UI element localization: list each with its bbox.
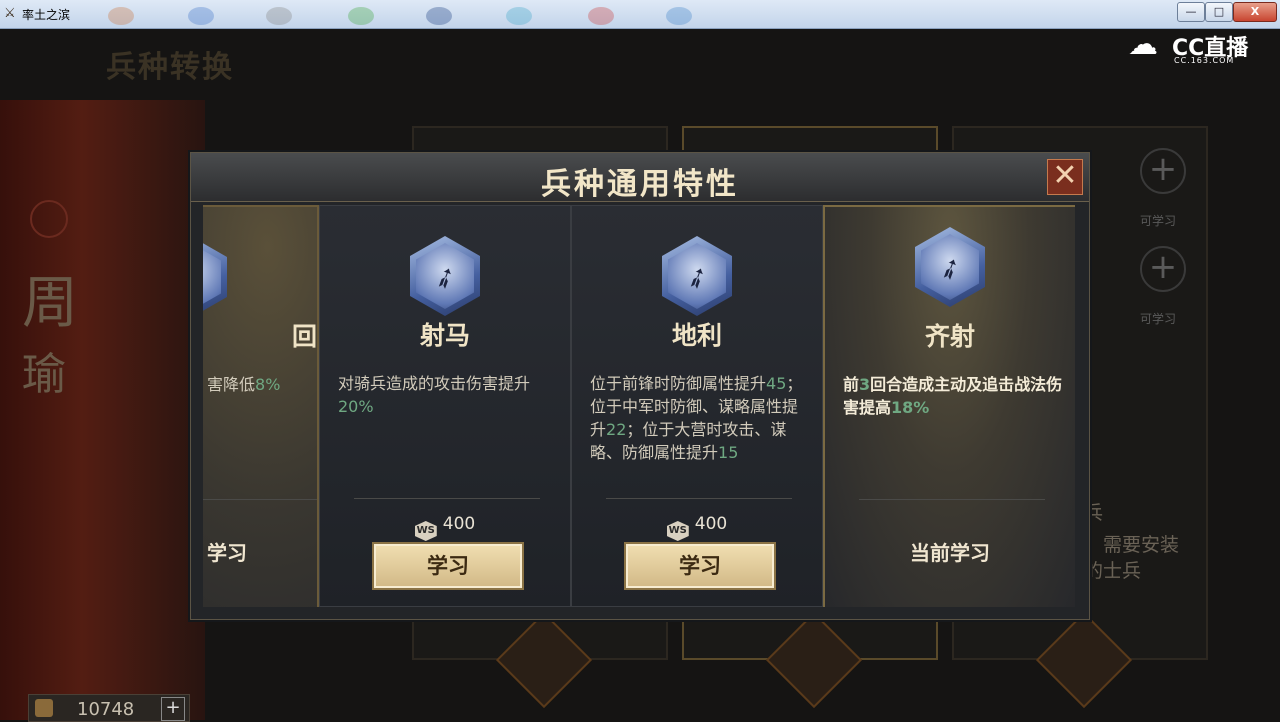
taskbar-ghost-icon <box>108 7 134 25</box>
trait-card[interactable]: ➶ 地利 位于前锋时防御属性提升45；位于中军时防御、谋略属性提升22；位于大营… <box>571 205 823 607</box>
troop-traits-modal: 兵种通用特性 ✕ ➶ 回 害降低8% 学习 ➶ 射马 对骑兵造成的攻击伤害提升2… <box>190 152 1090 620</box>
card-divider <box>606 498 792 499</box>
hero-emblem-icon <box>30 200 68 238</box>
card-divider <box>203 499 317 500</box>
bow-arrow-icon: ➶ <box>203 237 227 317</box>
add-slot-button[interactable]: + <box>1140 246 1186 292</box>
trait-description: 位于前锋时防御属性提升45；位于中军时防御、谋略属性提升22；位于大营时攻击、谋… <box>590 374 803 462</box>
trait-cost: WS 400 <box>572 514 822 541</box>
hero-portrait <box>0 100 205 720</box>
close-icon[interactable]: ✕ <box>1047 159 1083 195</box>
trait-description: 前3回合造成主动及追击战法伤害提高18% <box>843 375 1063 417</box>
currency-icon <box>35 699 53 717</box>
trait-action-text: 学习 <box>207 541 247 565</box>
taskbar-ghost-icon <box>426 7 452 25</box>
trait-card-current[interactable]: ➶ 齐射 前3回合造成主动及追击战法伤害提高18% 当前学习 <box>823 205 1075 607</box>
minimize-button[interactable]: — <box>1177 2 1205 22</box>
trait-cost: WS 400 <box>320 514 570 541</box>
taskbar-ghost-icon <box>506 7 532 25</box>
cloud-logo-icon: ☁ <box>1128 27 1158 62</box>
currency-add-button[interactable]: + <box>161 697 185 721</box>
card-divider <box>354 498 540 499</box>
watermark-site: CC.163.COM <box>1174 56 1235 65</box>
bow-arrow-icon: ➶ <box>662 236 732 316</box>
taskbar-ghost-icon <box>666 7 692 25</box>
copper-token-icon: WS <box>414 521 437 541</box>
app-icon: ⚔ <box>4 6 16 21</box>
trait-card[interactable]: ➶ 射马 对骑兵造成的攻击伤害提升20% WS 400 学习 <box>319 205 571 607</box>
trait-cards-carousel[interactable]: ➶ 回 害降低8% 学习 ➶ 射马 对骑兵造成的攻击伤害提升20% WS 400 … <box>203 205 1075 607</box>
taskbar-ghost-icon <box>188 7 214 25</box>
currency-value: 10748 <box>77 699 135 720</box>
modal-header: 兵种通用特性 ✕ <box>191 153 1089 202</box>
trait-description: 害降低8% <box>207 375 281 394</box>
trait-name: 地利 <box>671 321 722 350</box>
bow-arrow-icon: ➶ <box>410 236 480 316</box>
screen-title: 兵种转换 <box>106 50 234 85</box>
bg-desc-text: 的士兵 <box>1084 560 1142 582</box>
taskbar-ghost-icon <box>266 7 292 25</box>
window-close-button[interactable]: X <box>1233 2 1277 22</box>
window-title: 率土之滨 <box>22 8 71 22</box>
modal-title: 兵种通用特性 <box>541 167 739 202</box>
bow-arrow-icon: ➶ <box>915 227 985 307</box>
maximize-button[interactable]: □ <box>1205 2 1233 22</box>
slot-label: 可学习 <box>1140 214 1177 228</box>
trait-name: 射马 <box>419 321 470 350</box>
window-titlebar: ⚔ 率土之滨 — □ X <box>0 0 1280 29</box>
hero-name-char: 周 <box>22 271 78 336</box>
cc-live-watermark: ☁ CC直播 CC.163.COM <box>1128 28 1260 68</box>
slot-label: 可学习 <box>1140 312 1177 326</box>
card-divider <box>859 499 1045 500</box>
trait-card[interactable]: ➶ 回 害降低8% 学习 <box>203 205 319 607</box>
trait-description: 对骑兵造成的攻击伤害提升20% <box>338 374 531 416</box>
currency-bar: 10748 + <box>28 694 190 722</box>
taskbar-ghost-icon <box>588 7 614 25</box>
hero-name-char: 瑜 <box>22 349 66 400</box>
trait-name: 回 <box>291 322 317 351</box>
taskbar-ghost-icon <box>348 7 374 25</box>
trait-name: 齐射 <box>924 322 975 351</box>
learn-button[interactable]: 学习 <box>624 542 776 590</box>
current-learning-label: 当前学习 <box>910 541 990 565</box>
learn-button[interactable]: 学习 <box>372 542 524 590</box>
bg-desc-text: 、需要安装 <box>1084 534 1180 556</box>
add-slot-button[interactable]: + <box>1140 148 1186 194</box>
copper-token-icon: WS <box>666 521 689 541</box>
